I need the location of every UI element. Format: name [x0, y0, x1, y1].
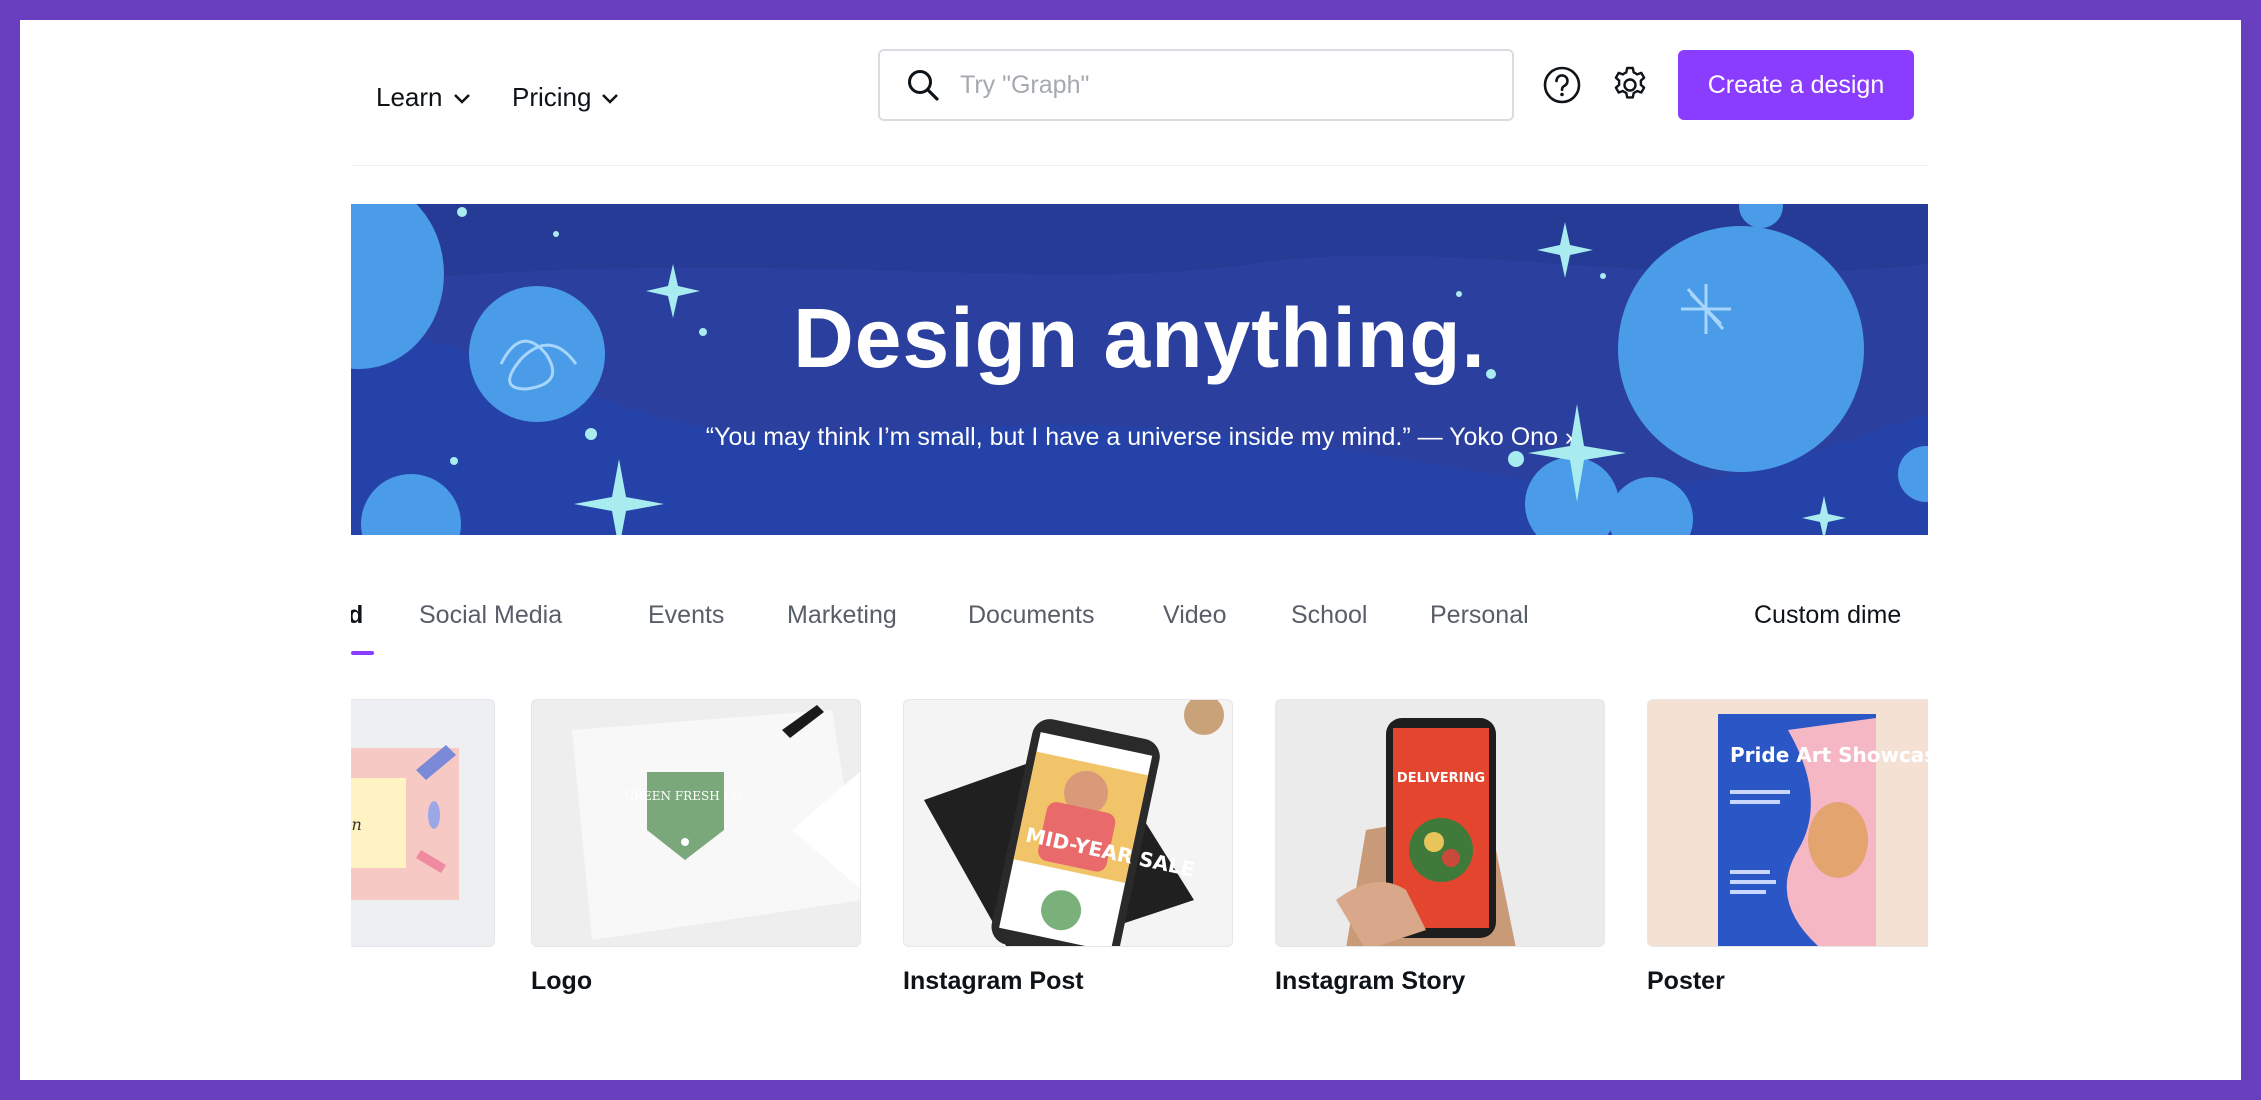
instagram-post-thumbnail-image: MID-YEAR SALE — [904, 700, 1232, 946]
design-card-instagram-story[interactable]: DELIVERING Instagram Story — [1275, 699, 1605, 996]
poster-card-text: Pride Art Showcase — [1730, 743, 1928, 767]
instagram-story-thumbnail-image: DELIVERING — [1276, 700, 1604, 946]
page-viewport: Learn Pricing Create a design — [351, 20, 1928, 1080]
search-input[interactable] — [958, 69, 1482, 101]
hero-title: Design anything. — [793, 291, 1486, 385]
top-navigation-bar: Learn Pricing Create a design — [351, 20, 1928, 166]
custom-dimensions-button[interactable]: Custom dime — [1754, 601, 1901, 630]
tab-video[interactable]: Video — [1163, 601, 1227, 630]
chevron-down-icon — [602, 93, 619, 104]
card-label: Instagram Story — [1275, 967, 1466, 995]
svg-text:esson: esson — [351, 815, 362, 834]
story-card-text: DELIVERING — [1397, 771, 1485, 786]
card-thumbnail: MID-YEAR SALE — [903, 699, 1233, 947]
poster-thumbnail-image: Pride Art Showcase — [1648, 700, 1928, 946]
help-icon[interactable] — [1542, 65, 1582, 105]
nav-pricing[interactable]: Pricing — [512, 82, 619, 113]
hero-quote-link[interactable]: “You may think I’m small, but I have a u… — [351, 423, 1928, 452]
gear-icon[interactable] — [1610, 65, 1650, 105]
window-frame: Learn Pricing Create a design — [0, 0, 2261, 1100]
logo-card-text: GREEN FRESH CO. — [624, 789, 745, 803]
active-tab-indicator — [351, 651, 374, 655]
nav-learn[interactable]: Learn — [376, 82, 471, 113]
tab-documents[interactable]: Documents — [968, 601, 1094, 630]
presentation-thumbnail-image: esson — [351, 745, 459, 900]
tab-marketing[interactable]: Marketing — [787, 601, 897, 630]
chevron-down-icon — [453, 93, 470, 104]
design-card-presentation[interactable]: esson ion — [351, 699, 495, 996]
category-tabs: d Social Media Events Marketing Document… — [351, 587, 1928, 647]
card-thumbnail: DELIVERING — [1275, 699, 1605, 947]
tab-social-media[interactable]: Social Media — [419, 601, 562, 630]
card-thumbnail: esson — [351, 699, 495, 947]
logo-thumbnail-image: GREEN FRESH CO. — [532, 700, 860, 946]
card-label: Poster — [1647, 967, 1725, 995]
search-box[interactable] — [878, 49, 1514, 121]
design-card-instagram-post[interactable]: MID-YEAR SALE Instagram Post — [903, 699, 1233, 996]
nav-learn-label: Learn — [376, 82, 443, 112]
card-label: ion — [351, 967, 495, 996]
card-label: Logo — [531, 967, 593, 995]
tab-active-partial[interactable]: d — [351, 601, 363, 630]
card-thumbnail: GREEN FRESH CO. — [531, 699, 861, 947]
create-design-button[interactable]: Create a design — [1678, 50, 1914, 120]
design-card-logo[interactable]: GREEN FRESH CO. Logo — [531, 699, 861, 996]
search-icon — [908, 70, 939, 101]
hero-banner: Design anything. “You may think I’m smal… — [351, 204, 1928, 535]
design-card-poster[interactable]: Pride Art Showcase Poster — [1647, 699, 1928, 996]
tab-personal[interactable]: Personal — [1430, 601, 1529, 630]
card-thumbnail: Pride Art Showcase — [1647, 699, 1928, 947]
tab-events[interactable]: Events — [648, 601, 724, 630]
nav-pricing-label: Pricing — [512, 82, 592, 112]
tab-school[interactable]: School — [1291, 601, 1367, 630]
card-label: Instagram Post — [903, 967, 1084, 995]
